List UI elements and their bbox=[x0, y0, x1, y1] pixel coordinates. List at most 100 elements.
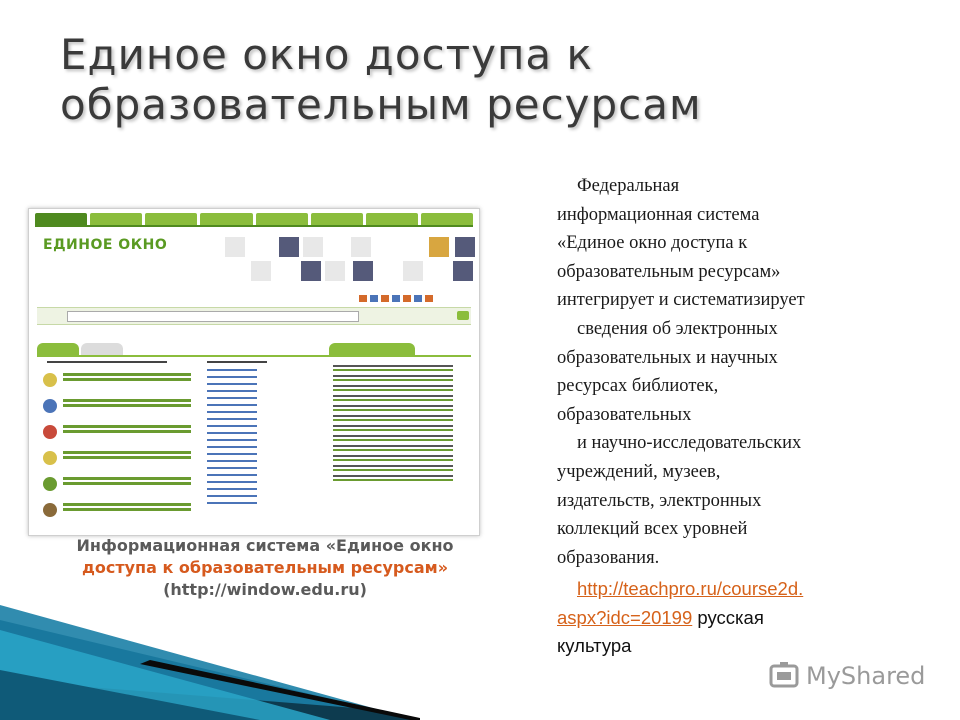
n bbox=[333, 385, 453, 387]
site-nav-tab bbox=[310, 213, 363, 225]
l bbox=[207, 376, 257, 378]
body-line: коллекций всех уровней bbox=[557, 519, 748, 540]
site-nav-bar bbox=[35, 213, 473, 225]
site-search-input bbox=[67, 311, 359, 322]
l bbox=[207, 411, 257, 413]
n bbox=[333, 445, 453, 447]
tx bbox=[63, 503, 191, 506]
l bbox=[207, 369, 257, 371]
n bbox=[333, 415, 453, 417]
l bbox=[207, 467, 257, 469]
l bbox=[207, 488, 257, 490]
slide-title: Единое окно доступа к образовательным ре… bbox=[60, 30, 920, 130]
site-nav-tab bbox=[420, 213, 473, 225]
tx bbox=[63, 451, 191, 454]
ic bbox=[43, 399, 57, 413]
site-nav-tab bbox=[145, 213, 198, 225]
n bbox=[333, 465, 453, 467]
tile bbox=[325, 261, 345, 281]
ic bbox=[43, 477, 57, 491]
n bbox=[333, 455, 453, 457]
site-toolbar-icon bbox=[381, 295, 389, 302]
body-line: и научно-исследовательских bbox=[577, 433, 802, 454]
site-toolbar-icons bbox=[359, 295, 433, 302]
slide-title-line-2: образовательным ресурсам bbox=[60, 80, 702, 129]
l bbox=[207, 418, 257, 420]
tile bbox=[403, 261, 423, 281]
resource-link-part-2[interactable]: aspx?idc=20199 bbox=[557, 607, 692, 628]
site-catalog-item bbox=[43, 449, 191, 471]
site-catalog-tabs bbox=[37, 343, 123, 355]
body-line: образования. bbox=[557, 547, 660, 568]
site-nav-tab bbox=[365, 213, 418, 225]
body-line: образовательным ресурсам» bbox=[557, 261, 781, 282]
site-catalog-item bbox=[43, 371, 191, 393]
tile bbox=[429, 237, 449, 257]
l bbox=[207, 404, 257, 406]
site-search-bar bbox=[37, 307, 471, 325]
body-line: информационная система bbox=[557, 204, 760, 225]
body-line: ресурсах библиотек, bbox=[557, 376, 719, 397]
l bbox=[207, 474, 257, 476]
site-toolbar-icon bbox=[370, 295, 378, 302]
tile bbox=[455, 237, 475, 257]
site-header-tiles bbox=[225, 237, 475, 287]
site-toolbar-icon bbox=[359, 295, 367, 302]
tile bbox=[303, 237, 323, 257]
site-catalog-tab bbox=[37, 343, 79, 355]
l bbox=[207, 390, 257, 392]
site-catalog-column bbox=[37, 355, 337, 535]
site-search-button bbox=[457, 311, 469, 320]
l bbox=[207, 432, 257, 434]
site-nav-tab bbox=[255, 213, 308, 225]
tx bbox=[63, 425, 191, 428]
body-line: Федеральная bbox=[577, 176, 680, 196]
ic bbox=[43, 373, 57, 387]
watermark-text: MyShared bbox=[806, 662, 926, 690]
resource-link-part-1[interactable]: http://teachpro.ru/course2d. bbox=[577, 578, 803, 599]
site-catalog-item bbox=[43, 475, 191, 497]
rect bbox=[780, 662, 788, 667]
site-news-column bbox=[329, 343, 471, 533]
l bbox=[207, 502, 257, 504]
body-line: образовательных bbox=[557, 404, 692, 425]
l bbox=[207, 383, 257, 385]
l bbox=[207, 453, 257, 455]
n bbox=[333, 395, 453, 397]
tile bbox=[453, 261, 473, 281]
l bbox=[207, 495, 257, 497]
l bbox=[207, 397, 257, 399]
website-screenshot: ЕДИНОЕ ОКНО bbox=[28, 208, 480, 536]
slide-body-text: Федеральная информационная система «Един… bbox=[557, 172, 897, 572]
n bbox=[333, 375, 453, 377]
resource-link-block: http://teachpro.ru/course2d. aspx?idc=20… bbox=[557, 575, 897, 661]
site-subject-list bbox=[207, 361, 317, 509]
l bbox=[207, 439, 257, 441]
l bbox=[207, 460, 257, 462]
n bbox=[333, 425, 453, 427]
link-trailing-text: русская bbox=[692, 606, 764, 628]
n bbox=[333, 435, 453, 437]
body-line: интегрирует и систематизирует bbox=[557, 290, 805, 311]
site-toolbar-icon bbox=[414, 295, 422, 302]
body-line: сведения об электронных bbox=[577, 318, 778, 339]
tx bbox=[63, 477, 191, 480]
tile bbox=[301, 261, 321, 281]
site-news-header bbox=[329, 343, 415, 355]
n bbox=[333, 365, 453, 367]
site-toolbar-icon bbox=[392, 295, 400, 302]
myshared-logo-icon bbox=[769, 662, 799, 688]
tx bbox=[63, 399, 191, 402]
body-line: учреждений, музеев, bbox=[557, 461, 721, 482]
site-nav-tab bbox=[90, 213, 143, 225]
l bbox=[207, 481, 257, 483]
tx bbox=[63, 373, 191, 376]
tile bbox=[351, 237, 371, 257]
ic bbox=[43, 503, 57, 517]
site-nav-tab bbox=[200, 213, 253, 225]
ic bbox=[43, 425, 57, 439]
body-line: издательств, электронных bbox=[557, 490, 762, 511]
site-logo: ЕДИНОЕ ОКНО bbox=[43, 237, 168, 253]
ic bbox=[43, 451, 57, 465]
decorative-ribbon bbox=[0, 605, 420, 720]
